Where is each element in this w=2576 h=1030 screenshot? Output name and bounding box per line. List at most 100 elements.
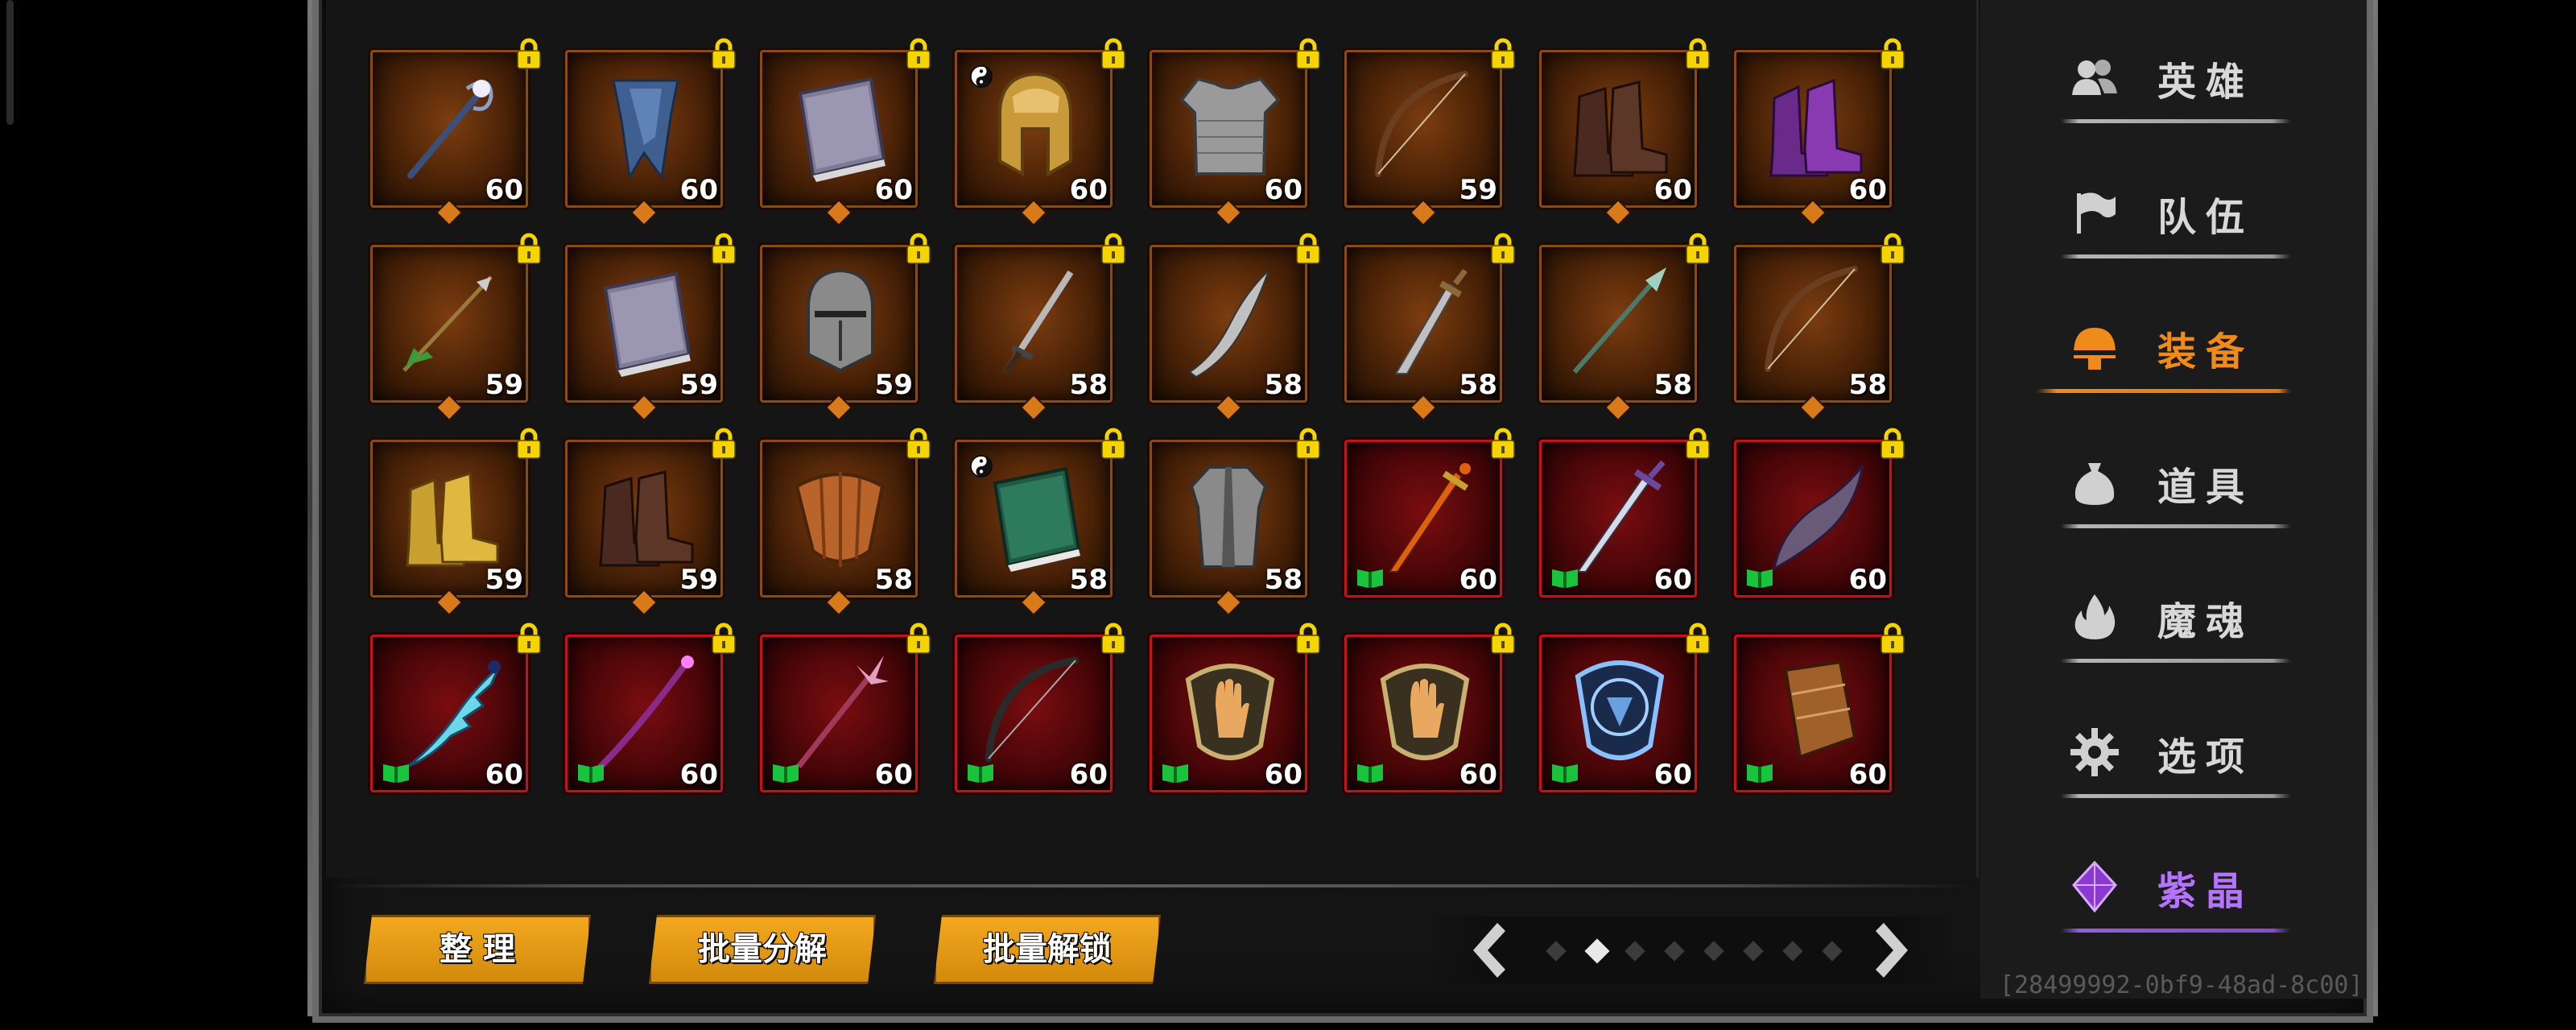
sidebar-item-underline bbox=[2061, 119, 2291, 123]
item-slot[interactable]: 58 bbox=[1344, 233, 1515, 420]
item-slot[interactable]: 60 bbox=[1539, 38, 1710, 225]
item-slot[interactable]: 59 bbox=[760, 233, 931, 420]
lock-icon[interactable] bbox=[1489, 232, 1517, 266]
lock-icon[interactable] bbox=[1684, 232, 1711, 266]
item-slot[interactable]: 59 bbox=[370, 233, 541, 420]
leather-boots-icon bbox=[581, 454, 707, 575]
sidebar-item-items[interactable]: 道具 bbox=[1980, 423, 2367, 528]
lock-icon[interactable] bbox=[515, 427, 543, 461]
hand-shield-icon bbox=[1360, 649, 1486, 770]
item-slot[interactable]: 60 bbox=[1734, 428, 1905, 601]
item-slot[interactable]: 59 bbox=[565, 233, 736, 420]
lock-icon[interactable] bbox=[710, 622, 737, 656]
item-slot[interactable]: 60 bbox=[1344, 428, 1515, 601]
item-slot[interactable]: 60 bbox=[370, 38, 541, 225]
lock-icon[interactable] bbox=[1294, 232, 1322, 266]
batch-dismantle-button[interactable]: 批量分解 bbox=[649, 915, 876, 984]
lock-icon[interactable] bbox=[905, 622, 932, 656]
lock-icon[interactable] bbox=[710, 427, 737, 461]
item-slot[interactable]: 59 bbox=[565, 428, 736, 614]
book-badge-icon bbox=[1356, 567, 1385, 589]
lock-icon[interactable] bbox=[710, 37, 737, 71]
item-slot[interactable]: 60 bbox=[1150, 623, 1320, 796]
lock-icon[interactable] bbox=[1100, 37, 1127, 71]
sidebar-item-crystal[interactable]: 紫晶 bbox=[1980, 827, 2367, 933]
tome-icon bbox=[776, 64, 902, 185]
longsword-icon bbox=[1555, 454, 1681, 575]
lock-icon[interactable] bbox=[1294, 37, 1322, 71]
bag-icon bbox=[2069, 457, 2120, 508]
edge-handle[interactable] bbox=[6, 0, 14, 125]
item-slot[interactable]: 59 bbox=[370, 428, 541, 614]
item-slot[interactable]: 58 bbox=[760, 428, 931, 614]
item-slot[interactable]: 58 bbox=[1150, 233, 1320, 420]
lock-icon[interactable] bbox=[1294, 622, 1322, 656]
trident-staff-icon bbox=[776, 649, 902, 770]
fire-sword-icon bbox=[1360, 454, 1486, 575]
sidebar-item-equipment[interactable]: 装备 bbox=[1980, 287, 2367, 393]
lock-icon[interactable] bbox=[1489, 37, 1517, 71]
lock-icon[interactable] bbox=[1489, 622, 1517, 656]
item-slot[interactable]: 58 bbox=[955, 428, 1125, 614]
item-slot[interactable]: 60 bbox=[955, 38, 1125, 225]
item-slot[interactable]: 58 bbox=[955, 233, 1125, 420]
item-slot[interactable]: 59 bbox=[1344, 38, 1515, 225]
lock-icon[interactable] bbox=[1879, 622, 1906, 656]
sort-button[interactable]: 整 理 bbox=[364, 915, 591, 984]
lock-icon[interactable] bbox=[1100, 622, 1127, 656]
item-slot[interactable]: 60 bbox=[1539, 428, 1710, 601]
chevron-left-icon[interactable] bbox=[1459, 916, 1515, 984]
hand-shield-icon bbox=[1166, 649, 1291, 770]
lock-icon[interactable] bbox=[1100, 232, 1127, 266]
item-slot[interactable]: 60 bbox=[1539, 623, 1710, 796]
book-badge-icon bbox=[1550, 762, 1579, 784]
lock-icon[interactable] bbox=[905, 427, 932, 461]
lock-icon[interactable] bbox=[1684, 622, 1711, 656]
sidebar-item-heroes[interactable]: 英雄 bbox=[1980, 18, 2367, 123]
lock-icon[interactable] bbox=[1684, 427, 1711, 461]
sidebar-item-label: 装备 bbox=[2157, 329, 2255, 374]
chevron-right-icon[interactable] bbox=[1866, 916, 1922, 984]
book-badge-icon bbox=[1550, 567, 1579, 589]
item-slot[interactable]: 60 bbox=[760, 38, 931, 225]
lock-icon[interactable] bbox=[1100, 427, 1127, 461]
item-slot[interactable]: 60 bbox=[1734, 38, 1905, 225]
item-slot[interactable]: 60 bbox=[955, 623, 1125, 796]
lock-icon[interactable] bbox=[1684, 37, 1711, 71]
lock-icon[interactable] bbox=[905, 232, 932, 266]
arrow-icon bbox=[386, 259, 512, 380]
lock-icon[interactable] bbox=[515, 622, 543, 656]
lock-icon[interactable] bbox=[1294, 427, 1322, 461]
lock-icon[interactable] bbox=[1879, 427, 1906, 461]
panel-divider bbox=[330, 884, 1972, 887]
lock-icon[interactable] bbox=[710, 232, 737, 266]
sidebar-item-team[interactable]: 队伍 bbox=[1980, 153, 2367, 259]
item-level: 60 bbox=[679, 174, 718, 206]
item-slot[interactable]: 58 bbox=[1539, 233, 1710, 420]
sidebar-item-underline bbox=[2061, 523, 2291, 528]
sidebar-item-souls[interactable]: 魔魂 bbox=[1980, 557, 2367, 663]
book-badge-icon bbox=[1161, 762, 1190, 784]
lock-icon[interactable] bbox=[905, 37, 932, 71]
item-slot[interactable]: 58 bbox=[1734, 233, 1905, 420]
item-slot[interactable]: 60 bbox=[1150, 38, 1320, 225]
item-slot[interactable]: 60 bbox=[565, 623, 736, 796]
lock-icon[interactable] bbox=[1879, 37, 1906, 71]
item-slot[interactable]: 60 bbox=[760, 623, 931, 796]
item-slot[interactable]: 60 bbox=[1344, 623, 1515, 796]
item-slot[interactable]: 60 bbox=[370, 623, 541, 796]
batch-unlock-button[interactable]: 批量解锁 bbox=[934, 915, 1161, 984]
item-level: 60 bbox=[1848, 759, 1887, 791]
sidebar-item-underline bbox=[2061, 659, 2291, 663]
lock-icon[interactable] bbox=[515, 37, 543, 71]
lock-icon[interactable] bbox=[515, 232, 543, 266]
lock-icon[interactable] bbox=[1489, 427, 1517, 461]
item-slot[interactable]: 60 bbox=[565, 38, 736, 225]
item-level: 60 bbox=[874, 174, 913, 206]
book-badge-icon bbox=[1745, 567, 1774, 589]
lock-icon[interactable] bbox=[1879, 232, 1906, 266]
item-slot[interactable]: 60 bbox=[1734, 623, 1905, 796]
item-slot[interactable]: 58 bbox=[1150, 428, 1320, 614]
sidebar-item-options[interactable]: 选项 bbox=[1980, 693, 2367, 798]
item-level: 58 bbox=[874, 564, 913, 596]
